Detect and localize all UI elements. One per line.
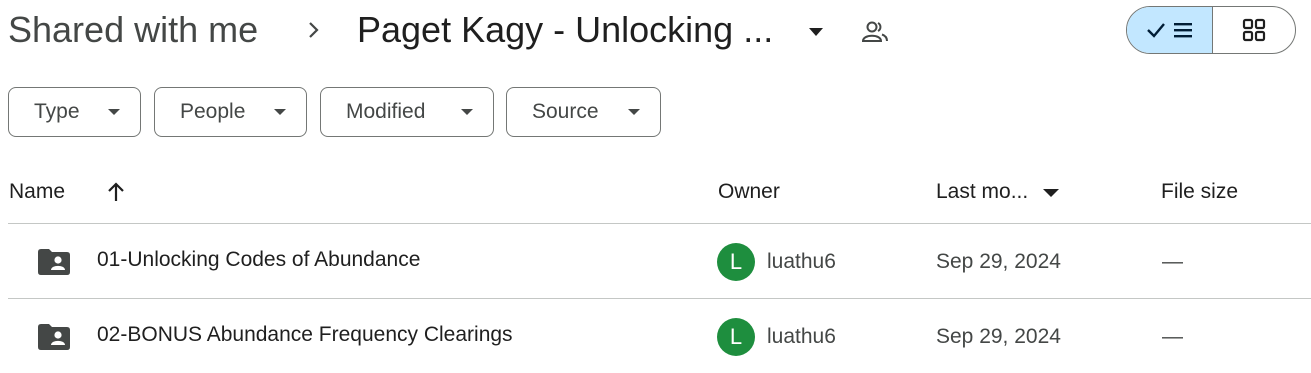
view-toggle [1126, 6, 1296, 54]
file-name: 01-Unlocking Codes of Abundance [97, 248, 421, 271]
filter-type-label: Type [34, 100, 80, 123]
column-header-last-modified[interactable]: Last mo... [936, 180, 1028, 204]
chevron-right-icon [309, 22, 319, 38]
owner-name: luathu6 [767, 250, 836, 273]
table-row[interactable]: 01-Unlocking Codes of Abundance L luathu… [8, 224, 1311, 298]
filter-modified-chip[interactable]: Modified [320, 87, 494, 137]
filter-people-chip[interactable]: People [154, 87, 307, 137]
people-icon[interactable] [860, 18, 890, 46]
shared-folder-icon [38, 324, 70, 350]
avatar: L [717, 243, 755, 281]
caret-down-icon[interactable] [1043, 188, 1059, 198]
file-name: 02-BONUS Abundance Frequency Clearings [97, 323, 513, 346]
file-size: — [1162, 250, 1183, 273]
grid-view-button[interactable] [1213, 7, 1295, 53]
table-row[interactable]: 02-BONUS Abundance Frequency Clearings L… [8, 299, 1311, 373]
column-header-name[interactable]: Name [9, 180, 65, 204]
page-header: Shared with me Paget Kagy - Unlocking ..… [0, 0, 1311, 64]
breadcrumb-current-folder[interactable]: Paget Kagy - Unlocking ... [357, 9, 773, 51]
arrow-up-sort-icon[interactable] [105, 180, 127, 204]
caret-down-icon [274, 109, 286, 115]
caret-down-icon [628, 109, 640, 115]
caret-down-icon[interactable] [806, 22, 826, 42]
filter-type-chip[interactable]: Type [8, 87, 141, 137]
shared-folder-icon [38, 249, 70, 275]
filter-people-label: People [180, 100, 246, 123]
filter-source-chip[interactable]: Source [506, 87, 661, 137]
caret-down-icon [108, 109, 120, 115]
filter-modified-label: Modified [346, 100, 426, 123]
filter-source-label: Source [532, 100, 599, 123]
breadcrumb-shared-with-me[interactable]: Shared with me [8, 9, 258, 51]
list-view-button[interactable] [1127, 7, 1213, 53]
column-header-file-size[interactable]: File size [1161, 180, 1238, 204]
file-size: — [1162, 325, 1183, 348]
check-list-icon [1146, 23, 1192, 38]
caret-down-icon [461, 109, 473, 115]
last-modified-date: Sep 29, 2024 [936, 325, 1061, 348]
grid-icon [1242, 18, 1266, 42]
avatar: L [717, 318, 755, 356]
owner-name: luathu6 [767, 325, 836, 348]
column-header-owner[interactable]: Owner [718, 180, 780, 204]
last-modified-date: Sep 29, 2024 [936, 250, 1061, 273]
